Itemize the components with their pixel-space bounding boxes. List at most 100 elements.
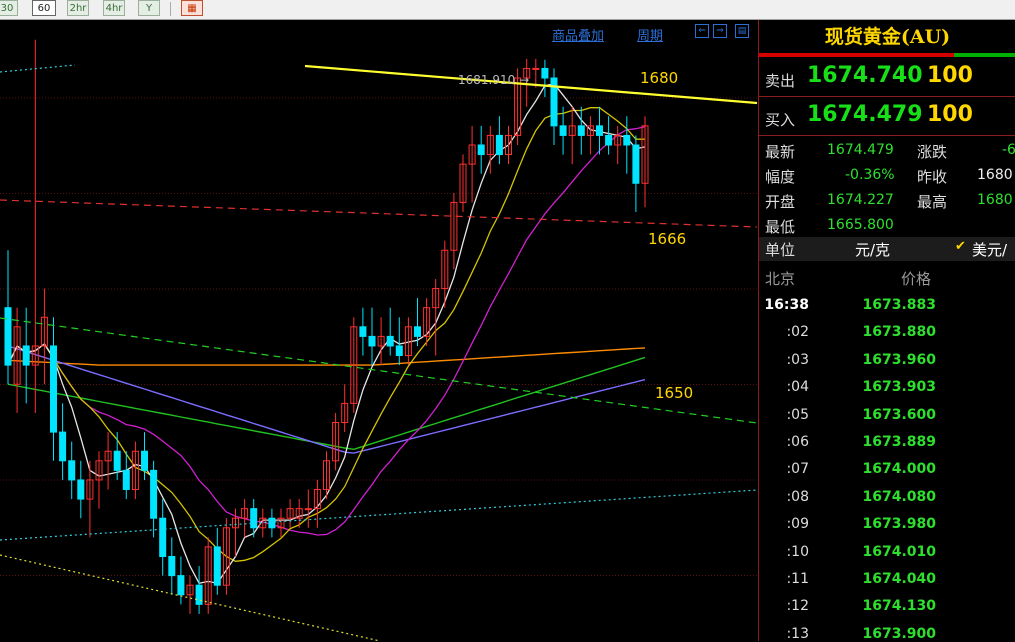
- ma-blue-line: [7, 345, 646, 454]
- candle-down: [122, 469, 130, 491]
- period-4hr-button[interactable]: 4hr: [103, 0, 125, 16]
- period-30-button[interactable]: 30: [0, 0, 18, 16]
- candle-down: [477, 144, 485, 156]
- low-label: 最低: [765, 218, 796, 236]
- tick-price: 1674.010: [862, 543, 936, 560]
- period-60-button[interactable]: 60: [32, 0, 56, 16]
- tick-time: :11: [786, 571, 809, 587]
- buy-strength-bar: [954, 53, 1015, 57]
- tick-time: :08: [786, 488, 809, 505]
- tick-price: 1673.883: [862, 297, 936, 313]
- tick-price: 1673.900: [862, 625, 936, 642]
- level-1680-label: 1680: [640, 69, 678, 87]
- change-label: 涨跌: [917, 143, 948, 161]
- tick-price: 1674.130: [862, 598, 936, 615]
- sell-price: 1674.740: [807, 63, 923, 88]
- buy-volume: 100: [927, 102, 973, 127]
- candle-down: [4, 307, 12, 366]
- candle-down: [77, 479, 85, 500]
- prev-close-label: 昨收: [917, 168, 948, 186]
- high-value: 1680: [977, 192, 1013, 208]
- scroll-right-icon[interactable]: ⇒: [713, 24, 727, 38]
- candle-down: [50, 345, 57, 433]
- scroll-left-icon[interactable]: ⇐: [695, 24, 709, 38]
- candle-down: [541, 67, 549, 79]
- support-trendline-red: [0, 199, 757, 228]
- instrument-title: 现货黄金(AU): [824, 26, 951, 48]
- sell-row: 卖出 1674.740 100: [759, 62, 1015, 92]
- candle-down: [596, 125, 603, 136]
- tick-time: :13: [786, 625, 809, 642]
- tick-price-header: 价格: [901, 270, 932, 288]
- ma-orange-line: [7, 347, 646, 366]
- tick-time: :02: [786, 324, 809, 341]
- candle-down: [623, 134, 631, 146]
- support-trendline-green: [0, 317, 757, 424]
- range-value: -0.36%: [845, 167, 895, 183]
- tick-time: :03: [786, 351, 809, 368]
- grid-tool-icon[interactable]: ▦: [181, 0, 203, 16]
- candle-down: [577, 125, 585, 136]
- latest-label: 最新: [765, 143, 796, 161]
- candle-down: [177, 575, 185, 596]
- period-year-button[interactable]: Y: [138, 0, 160, 16]
- period-2hr-button[interactable]: 2hr: [67, 0, 89, 16]
- candle-down: [113, 450, 121, 471]
- layout-icon[interactable]: ▤: [735, 24, 749, 38]
- candle-down: [268, 517, 276, 529]
- tick-price: 1673.889: [862, 434, 936, 450]
- candle-down: [605, 134, 613, 146]
- buy-label: 买入: [765, 111, 796, 129]
- tick-time: :10: [786, 543, 809, 560]
- candle-down: [414, 326, 421, 337]
- tick-price: 1673.980: [862, 516, 936, 533]
- tick-price: 1674.080: [862, 488, 936, 505]
- sell-strength-bar: [759, 53, 954, 57]
- unit-check-icon[interactable]: ✔: [955, 239, 966, 254]
- unit-option[interactable]: 美元/: [972, 239, 1007, 260]
- unit-value: 元/克: [855, 241, 891, 259]
- quote-panel: 现货黄金(AU) 卖出 1674.740 100 买入 1674.479 100…: [758, 20, 1015, 642]
- period-link[interactable]: 周期: [637, 25, 663, 44]
- change-value: -6: [1002, 142, 1015, 158]
- low-value: 1665.800: [827, 217, 894, 233]
- sell-volume: 100: [927, 63, 973, 88]
- tick-price: 1673.960: [862, 351, 936, 368]
- prev-close-value: 1680: [977, 167, 1013, 183]
- unit-row: 单位 元/克 ✔ 美元/: [759, 237, 1015, 261]
- candle-up: [532, 67, 540, 70]
- candle-down: [632, 144, 640, 184]
- buy-price: 1674.479: [807, 102, 923, 127]
- tick-price: 1673.880: [862, 324, 936, 341]
- tick-price: 1674.000: [862, 461, 936, 478]
- candle-down: [213, 546, 221, 586]
- level-1650-label: 1650: [655, 384, 693, 402]
- candle-up: [304, 508, 312, 511]
- tick-time: :06: [786, 434, 809, 450]
- tick-time-header: 北京: [765, 270, 796, 288]
- tick-time: :09: [786, 516, 809, 533]
- tick-price: 1673.903: [862, 379, 936, 396]
- tick-time: :12: [786, 598, 809, 615]
- candle-down: [59, 431, 67, 462]
- open-label: 开盘: [765, 193, 796, 211]
- candle-down: [141, 450, 148, 471]
- channel-line-cyan-top: [0, 64, 76, 73]
- candle-down: [22, 345, 30, 366]
- period-toolbar: 30 60 2hr 4hr Y ▦: [0, 0, 1015, 20]
- open-value: 1674.227: [827, 192, 894, 208]
- candle-down: [250, 508, 258, 529]
- range-label: 幅度: [765, 168, 796, 186]
- tick-time: :07: [786, 461, 809, 478]
- latest-value: 1674.479: [827, 142, 894, 158]
- overlay-symbol-link[interactable]: 商品叠加: [552, 25, 604, 44]
- chart-canvas[interactable]: 1681.910 → 1680 1666 1650: [0, 20, 757, 641]
- channel-line-cyan: [0, 489, 757, 541]
- tick-time: 16:38: [764, 297, 809, 313]
- resistance-trendline: [304, 64, 757, 105]
- candle-down: [368, 335, 376, 347]
- candle-down: [559, 125, 567, 136]
- unit-label: 单位: [765, 241, 796, 259]
- kline-chart[interactable]: 1681.910 → 1680 1666 1650 商品叠加 周期 ⇐ ⇒ ▤: [0, 20, 757, 641]
- candle-down: [495, 134, 503, 156]
